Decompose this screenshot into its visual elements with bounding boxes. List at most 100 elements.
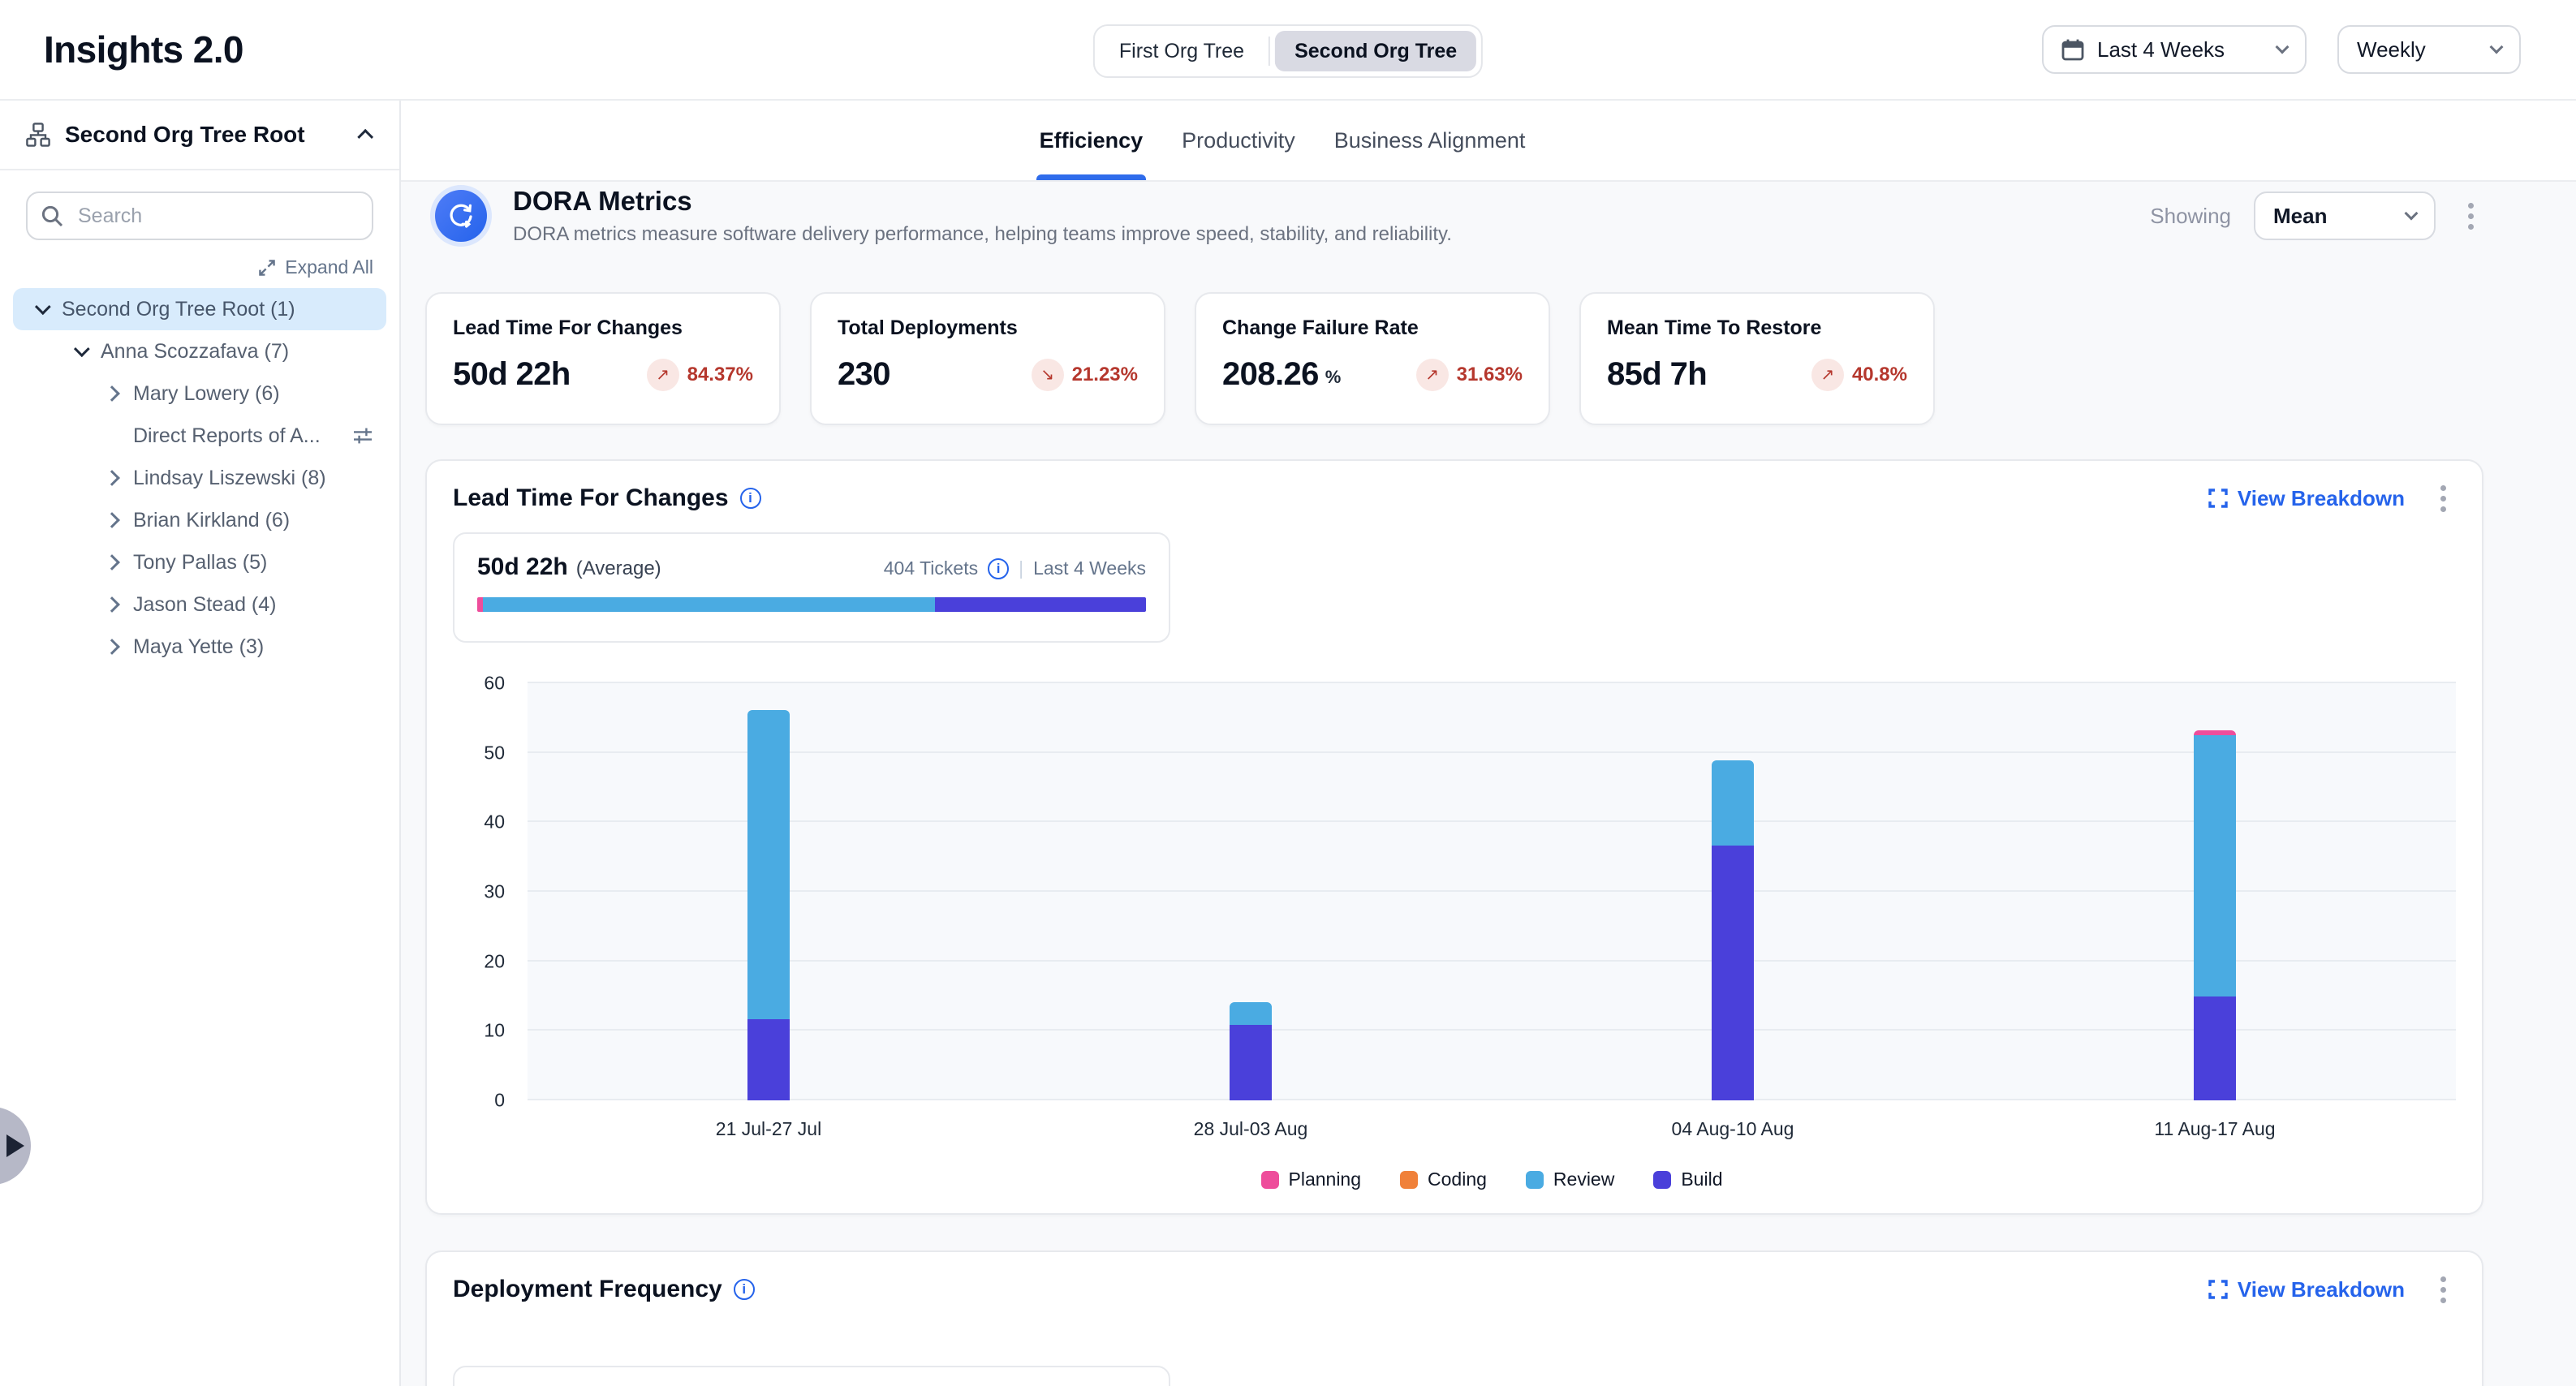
- view-breakdown-button[interactable]: View Breakdown: [2208, 1277, 2405, 1302]
- app-title: Insights 2.0: [44, 28, 243, 71]
- sidebar-header[interactable]: Second Org Tree Root: [0, 101, 399, 170]
- bar-segment-review[interactable]: [747, 710, 790, 1019]
- legend-swatch: [1400, 1171, 1418, 1189]
- info-icon[interactable]: [988, 558, 1009, 579]
- chevron-right-icon[interactable]: [104, 385, 120, 402]
- deployment-kebab-menu[interactable]: [2431, 1270, 2456, 1310]
- lead-time-chart: 0102030405060 21 Jul-27 Jul28 Jul-03 Aug…: [528, 683, 2456, 1190]
- bar-segment-build[interactable]: [1712, 846, 1754, 1100]
- chevron-up-icon[interactable]: [357, 129, 373, 145]
- chevron-down-icon[interactable]: [35, 299, 51, 315]
- first-org-tree-option[interactable]: First Org Tree: [1100, 31, 1264, 71]
- tree-item-tony-pallas[interactable]: Tony Pallas (5): [13, 541, 386, 583]
- view-breakdown-button[interactable]: View Breakdown: [2208, 486, 2405, 511]
- dora-metrics-header: DORA Metrics DORA metrics measure softwa…: [425, 185, 2483, 247]
- legend-label: Build: [1681, 1169, 1722, 1190]
- chevron-down-icon: [2405, 207, 2419, 221]
- tree-item-direct-reports[interactable]: Direct Reports of A...: [13, 415, 386, 457]
- deployment-frequency-panel: Deployment Frequency View Breakdown: [425, 1250, 2483, 1386]
- chevron-right-icon[interactable]: [104, 470, 120, 486]
- org-chart-icon: [26, 123, 50, 147]
- chart-bar[interactable]: [1712, 683, 1754, 1100]
- date-range-dropdown[interactable]: Last 4 Weeks: [2042, 25, 2307, 74]
- y-tick-label: 40: [484, 811, 505, 833]
- legend-item-review[interactable]: Review: [1526, 1169, 1614, 1190]
- trend-arrow-icon: ↗: [1425, 364, 1439, 385]
- sidebar-root-label: Second Org Tree Root: [65, 122, 305, 148]
- tab-business-alignment[interactable]: Business Alignment: [1331, 101, 1529, 180]
- chart-bar[interactable]: [747, 683, 790, 1100]
- metric-card-lead-time[interactable]: Lead Time For Changes 50d 22h ↗ 84.37%: [425, 292, 781, 425]
- info-icon[interactable]: [734, 1279, 755, 1300]
- trend-arrow-icon: ↗: [1821, 364, 1835, 385]
- second-org-tree-option[interactable]: Second Org Tree: [1275, 31, 1476, 71]
- legend-swatch: [1261, 1171, 1279, 1189]
- legend-label: Planning: [1289, 1169, 1362, 1190]
- tab-productivity[interactable]: Productivity: [1178, 101, 1299, 180]
- tree-item-maya-yette[interactable]: Maya Yette (3): [13, 626, 386, 668]
- top-bar: Insights 2.0 First Org Tree Second Org T…: [0, 0, 2576, 101]
- search-input[interactable]: [26, 192, 373, 240]
- expand-all-button[interactable]: Expand All: [26, 256, 373, 278]
- legend-item-coding[interactable]: Coding: [1400, 1169, 1487, 1190]
- deployment-panel-title: Deployment Frequency: [453, 1276, 722, 1303]
- bar-segment-build[interactable]: [2194, 996, 2236, 1100]
- lead-time-summary-card[interactable]: 50d 22h (Average) 404 Tickets | Last 4 W…: [453, 532, 1170, 643]
- tree-item-brian-kirkland[interactable]: Brian Kirkland (6): [13, 499, 386, 541]
- bar-segment-review[interactable]: [2194, 735, 2236, 996]
- trend-arrow-icon: ↘: [1040, 364, 1054, 385]
- mean-value: Mean: [2273, 204, 2327, 229]
- tree-item-second-org-tree-root[interactable]: Second Org Tree Root (1): [13, 288, 386, 330]
- org-tree: Second Org Tree Root (1) Anna Scozzafava…: [0, 288, 399, 668]
- bar-segment-build[interactable]: [1230, 1025, 1272, 1100]
- chevron-right-icon[interactable]: [104, 639, 120, 655]
- granularity-dropdown[interactable]: Weekly: [2337, 25, 2521, 74]
- bar-segment-build[interactable]: [747, 1019, 790, 1100]
- dora-subtitle: DORA metrics measure software delivery p…: [513, 223, 1452, 246]
- filter-settings-icon[interactable]: [352, 425, 373, 446]
- chart-bar[interactable]: [2194, 683, 2236, 1100]
- search-box: [26, 192, 373, 240]
- chevron-down-icon[interactable]: [74, 341, 90, 357]
- divider: [1269, 37, 1270, 66]
- legend-item-planning[interactable]: Planning: [1261, 1169, 1362, 1190]
- legend-item-build[interactable]: Build: [1653, 1169, 1722, 1190]
- chevron-right-icon[interactable]: [104, 596, 120, 613]
- tree-item-anna-scozzafava[interactable]: Anna Scozzafava (7): [13, 330, 386, 372]
- metric-card-total-deployments[interactable]: Total Deployments 230 ↘ 21.23%: [810, 292, 1165, 425]
- summary-qualifier: (Average): [576, 557, 661, 580]
- trend-badge: ↗ 40.8%: [1811, 359, 1907, 391]
- dora-kebab-menu[interactable]: [2458, 196, 2483, 236]
- metric-value: 85d 7h: [1607, 356, 1707, 393]
- lead-time-kebab-menu[interactable]: [2431, 479, 2456, 519]
- chevron-right-icon[interactable]: [104, 512, 120, 528]
- metric-card-mean-time-to-restore[interactable]: Mean Time To Restore 85d 7h ↗ 40.8%: [1579, 292, 1935, 425]
- tree-item-mary-lowery[interactable]: Mary Lowery (6): [13, 372, 386, 415]
- expand-corners-icon: [2208, 1280, 2228, 1299]
- metric-unit: %: [1325, 367, 1342, 393]
- info-icon[interactable]: [740, 488, 761, 509]
- y-tick-label: 10: [484, 1020, 505, 1042]
- chart-bar[interactable]: [1230, 683, 1272, 1100]
- org-tree-sidebar: Second Org Tree Root Expand All Second O…: [0, 101, 401, 1386]
- mean-dropdown[interactable]: Mean: [2254, 192, 2436, 240]
- bar-segment-review[interactable]: [1230, 1002, 1272, 1025]
- chevron-right-icon[interactable]: [104, 554, 120, 570]
- x-tick-label: 28 Jul-03 Aug: [1194, 1118, 1308, 1140]
- deployment-summary-card[interactable]: [453, 1366, 1170, 1386]
- tree-item-lindsay-liszewski[interactable]: Lindsay Liszewski (8): [13, 457, 386, 499]
- chart-x-axis: 21 Jul-27 Jul28 Jul-03 Aug04 Aug-10 Aug1…: [528, 1100, 2456, 1152]
- trend-badge: ↘ 21.23%: [1032, 359, 1138, 391]
- content-scroll-area[interactable]: DORA Metrics DORA metrics measure softwa…: [401, 182, 2576, 1386]
- summary-value: 50d 22h: [477, 553, 568, 581]
- tab-efficiency[interactable]: Efficiency: [1036, 101, 1147, 180]
- main-content: Efficiency Productivity Business Alignme…: [401, 101, 2576, 1386]
- tree-item-jason-stead[interactable]: Jason Stead (4): [13, 583, 386, 626]
- metric-card-change-failure-rate[interactable]: Change Failure Rate 208.26 % ↗ 31.63%: [1195, 292, 1550, 425]
- summary-bar-segment-build: [935, 597, 1146, 612]
- chart-legend: Planning Coding Review Build: [528, 1169, 2456, 1190]
- summary-bar-segment-planning: [477, 597, 483, 612]
- legend-swatch: [1526, 1171, 1544, 1189]
- bar-segment-review[interactable]: [1712, 760, 1754, 846]
- date-range-value: Last 4 Weeks: [2097, 37, 2225, 62]
